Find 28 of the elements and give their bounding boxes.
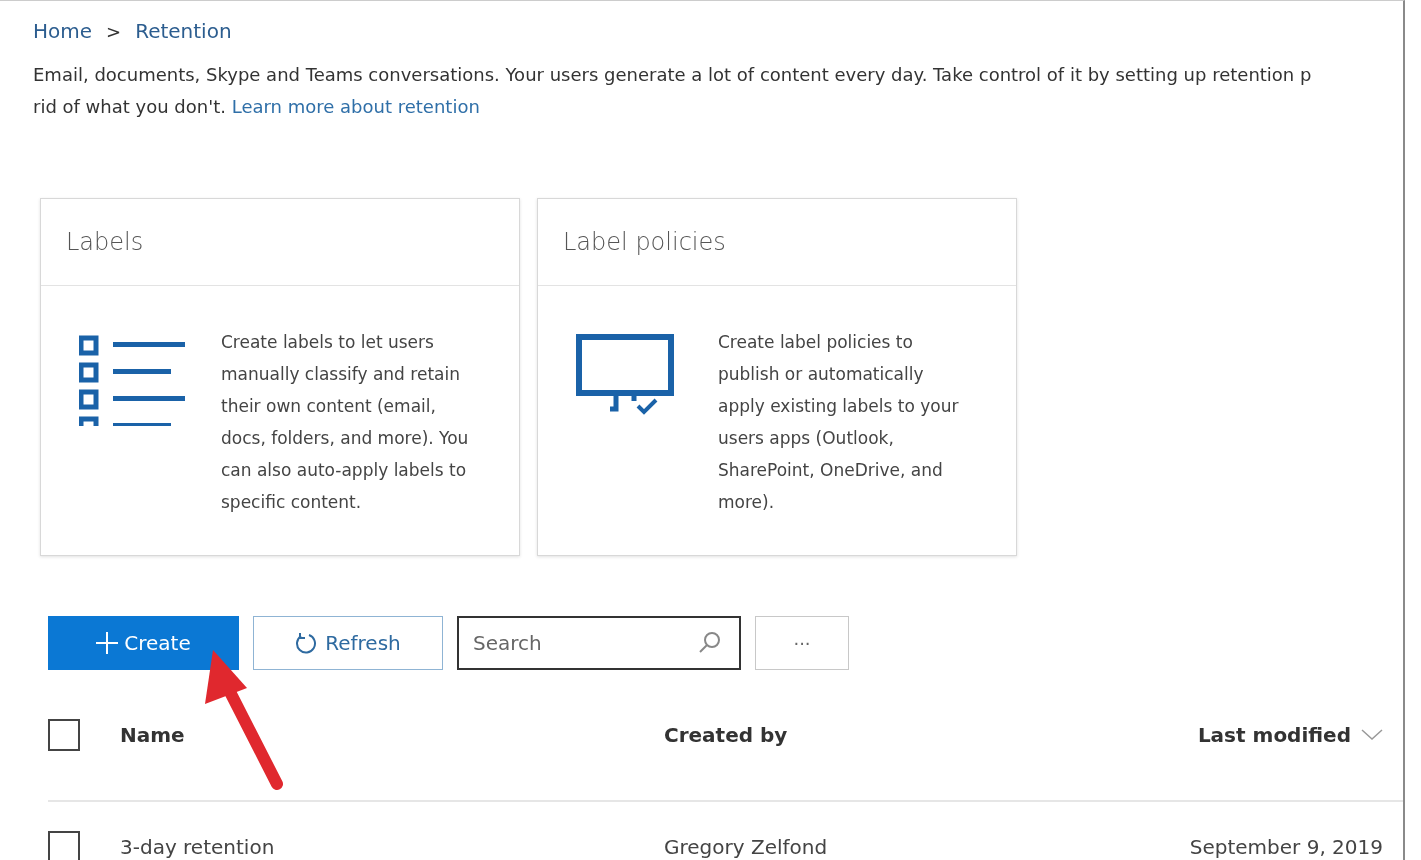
checkbox[interactable] (48, 719, 80, 751)
more-button[interactable]: ··· (755, 616, 849, 670)
table-cell-text: Gregory Zelfond (664, 835, 829, 859)
learn-more-link[interactable]: Learn more about retention (231, 96, 480, 117)
refresh-icon (295, 632, 318, 654)
column-header[interactable]: Last modified (1197, 723, 1351, 747)
card[interactable]: Labels Create labels to let users manually classify and retain their own content (email, docs, folders, and more). You can also auto-apply labels to specific content. (40, 198, 520, 556)
table-cell: September 9, 2019 (1189, 835, 1383, 859)
refresh-button[interactable]: Refresh (253, 616, 443, 670)
search-box[interactable]: Search (457, 616, 741, 670)
breadcrumb-link[interactable]: Home (33, 19, 93, 43)
card-title: Label policies (563, 228, 726, 256)
column-header[interactable]: Created by (664, 723, 1198, 747)
card[interactable]: Label policies Create label policies to publish or automatically apply existing labels to your users apps (Outlook, SharePoint, OneDrive, and more). (537, 198, 1017, 556)
card-description: Create labels to let users manually classify and retain their own content (email, docs, folders, and more). You can also auto-apply labels to specific content. (221, 331, 470, 514)
card-title: Labels (66, 228, 144, 256)
intro-text: Email, documents, Skype and Teams conversations. Your users generate a lot of content every day. Take control of it by setting up retention p (33, 63, 1313, 87)
breadcrumb-separator: > (106, 20, 122, 42)
breadcrumb-link[interactable]: Retention (135, 19, 232, 43)
list-icon (79, 334, 185, 426)
card-description: Create label policies to publish or automatically apply existing labels to your users apps (Outlook, SharePoint, OneDrive, and more). (718, 331, 960, 514)
plus-icon (96, 632, 119, 654)
intro-text: rid of what you don't. (33, 96, 226, 117)
create-button[interactable]: Create (48, 616, 239, 670)
search-icon (697, 631, 721, 655)
column-header[interactable]: Name (120, 723, 664, 747)
table-cell-text: 3-day retention (120, 835, 276, 859)
checkbox[interactable] (48, 831, 80, 860)
